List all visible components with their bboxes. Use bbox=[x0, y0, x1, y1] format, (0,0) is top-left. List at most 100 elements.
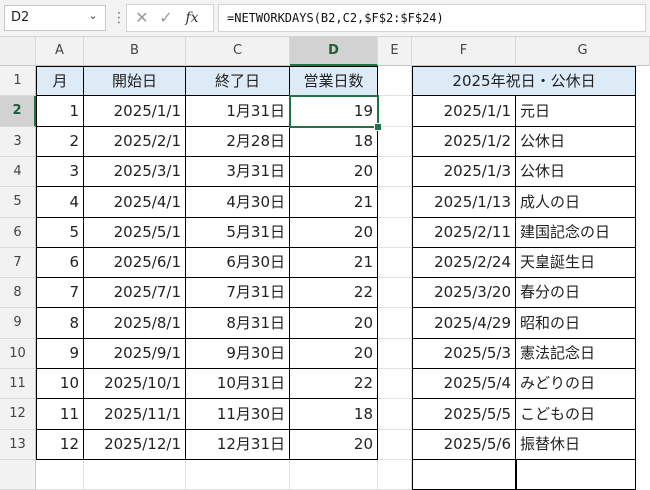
cell-holiday-name[interactable]: 建国記念の日 bbox=[516, 218, 636, 248]
cell-month[interactable]: 9 bbox=[36, 339, 84, 369]
cell-month[interactable]: 3 bbox=[36, 157, 84, 187]
cell-month[interactable]: 2 bbox=[36, 127, 84, 157]
cell-empty-e[interactable] bbox=[378, 430, 412, 460]
cell-holiday-date[interactable]: 2025/2/24 bbox=[412, 248, 516, 278]
cell-end-date[interactable]: 1月31日 bbox=[186, 96, 290, 127]
cell-workdays[interactable]: 20 bbox=[290, 157, 378, 187]
cell-empty-e[interactable] bbox=[378, 278, 412, 308]
cell-row14[interactable] bbox=[290, 460, 378, 490]
cell-holiday-date[interactable]: 2025/5/6 bbox=[412, 430, 516, 460]
cell-empty-e[interactable] bbox=[378, 369, 412, 399]
cell-holiday-date[interactable]: 2025/5/5 bbox=[412, 399, 516, 430]
cell-start-date[interactable]: 2025/5/1 bbox=[84, 218, 186, 248]
cell-end-date[interactable]: 5月31日 bbox=[186, 218, 290, 248]
cell-holiday-name[interactable]: 天皇誕生日 bbox=[516, 248, 636, 278]
name-box-dropdown-icon[interactable]: ⌄ bbox=[84, 6, 102, 26]
cell-workdays[interactable]: 18 bbox=[290, 127, 378, 157]
cell-row14[interactable] bbox=[36, 460, 84, 490]
cell-month[interactable]: 6 bbox=[36, 248, 84, 278]
select-all-corner[interactable] bbox=[0, 37, 36, 66]
cell-holiday-date[interactable]: 2025/4/29 bbox=[412, 308, 516, 339]
cell-workdays[interactable]: 20 bbox=[290, 218, 378, 248]
cell-empty-e[interactable] bbox=[378, 248, 412, 278]
cell-holiday-name[interactable]: こどもの日 bbox=[516, 399, 636, 430]
cell-empty-e[interactable] bbox=[378, 308, 412, 339]
cell-holiday-name[interactable]: 公休日 bbox=[516, 157, 636, 187]
row-header-5[interactable]: 5 bbox=[0, 187, 36, 218]
cell-holiday-date[interactable]: 2025/1/3 bbox=[412, 157, 516, 187]
cell-workdays[interactable]: 21 bbox=[290, 187, 378, 218]
cell-month[interactable]: 1 bbox=[36, 96, 84, 127]
cell-holiday-name[interactable]: 振替休日 bbox=[516, 430, 636, 460]
cell-workdays[interactable]: 20 bbox=[290, 308, 378, 339]
column-header-f[interactable]: F bbox=[412, 37, 516, 66]
cell-holiday-date[interactable]: 2025/2/11 bbox=[412, 218, 516, 248]
row-header-8[interactable]: 8 bbox=[0, 278, 36, 308]
cell-end-date[interactable]: 10月31日 bbox=[186, 369, 290, 399]
row-header-10[interactable]: 10 bbox=[0, 339, 36, 369]
cell-end-date[interactable]: 11月30日 bbox=[186, 399, 290, 430]
cell-holiday-name[interactable]: 憲法記念日 bbox=[516, 339, 636, 369]
cell-workdays[interactable]: 21 bbox=[290, 248, 378, 278]
cell-workdays[interactable]: 20 bbox=[290, 339, 378, 369]
cell-start-date[interactable]: 2025/4/1 bbox=[84, 187, 186, 218]
cell-holiday-date[interactable]: 2025/1/1 bbox=[412, 96, 516, 127]
header-start-date[interactable]: 開始日 bbox=[84, 66, 186, 96]
cell-empty-e[interactable] bbox=[378, 399, 412, 430]
cell-end-date[interactable]: 3月31日 bbox=[186, 157, 290, 187]
cell-empty-e[interactable] bbox=[378, 187, 412, 218]
cell-start-date[interactable]: 2025/1/1 bbox=[84, 96, 186, 127]
cell-start-date[interactable]: 2025/2/1 bbox=[84, 127, 186, 157]
cell-empty-e[interactable] bbox=[378, 96, 412, 127]
cell-row14[interactable] bbox=[186, 460, 290, 490]
cancel-icon[interactable]: ✕ bbox=[131, 6, 153, 30]
cell-holiday-date[interactable]: 2025/5/4 bbox=[412, 369, 516, 399]
row-header-9[interactable]: 9 bbox=[0, 308, 36, 339]
row-header-3[interactable]: 3 bbox=[0, 127, 36, 157]
cell-end-date[interactable]: 7月31日 bbox=[186, 278, 290, 308]
row-header-6[interactable]: 6 bbox=[0, 218, 36, 248]
cell-month[interactable]: 12 bbox=[36, 430, 84, 460]
cell-month[interactable]: 4 bbox=[36, 187, 84, 218]
cell-empty-e[interactable] bbox=[378, 127, 412, 157]
row-header-next[interactable] bbox=[0, 460, 36, 490]
cell-start-date[interactable]: 2025/6/1 bbox=[84, 248, 186, 278]
insert-function-icon[interactable]: fx bbox=[181, 6, 203, 30]
column-header-c[interactable]: C bbox=[186, 37, 290, 66]
cell-month[interactable]: 7 bbox=[36, 278, 84, 308]
cell-empty-e[interactable] bbox=[378, 218, 412, 248]
more-options-icon[interactable]: ⋮ bbox=[112, 8, 126, 28]
cell-end-date[interactable]: 6月30日 bbox=[186, 248, 290, 278]
cell-holiday-date[interactable]: 2025/5/3 bbox=[412, 339, 516, 369]
cell-end-date[interactable]: 2月28日 bbox=[186, 127, 290, 157]
header-month[interactable]: 月 bbox=[36, 66, 84, 96]
cell-holiday-name[interactable]: 元日 bbox=[516, 96, 636, 127]
header-workdays[interactable]: 営業日数 bbox=[290, 66, 378, 96]
cell-row14[interactable] bbox=[516, 460, 636, 490]
fill-handle[interactable] bbox=[374, 123, 382, 131]
cell-workdays[interactable]: 22 bbox=[290, 369, 378, 399]
cell-row14[interactable] bbox=[378, 460, 412, 490]
cell-end-date[interactable]: 8月31日 bbox=[186, 308, 290, 339]
cell-holiday-date[interactable]: 2025/1/13 bbox=[412, 187, 516, 218]
cell-start-date[interactable]: 2025/8/1 bbox=[84, 308, 186, 339]
cell-month[interactable]: 8 bbox=[36, 308, 84, 339]
cell-workdays[interactable]: 20 bbox=[290, 430, 378, 460]
cell-start-date[interactable]: 2025/3/1 bbox=[84, 157, 186, 187]
cell-start-date[interactable]: 2025/12/1 bbox=[84, 430, 186, 460]
column-header-d[interactable]: D bbox=[290, 37, 378, 66]
row-header-4[interactable]: 4 bbox=[0, 157, 36, 187]
column-header-g[interactable]: G bbox=[516, 37, 650, 66]
cell-start-date[interactable]: 2025/10/1 bbox=[84, 369, 186, 399]
column-header-a[interactable]: A bbox=[36, 37, 84, 66]
cell-end-date[interactable]: 12月31日 bbox=[186, 430, 290, 460]
cell-empty-e[interactable] bbox=[378, 339, 412, 369]
cell-month[interactable]: 10 bbox=[36, 369, 84, 399]
cell-workdays[interactable]: 22 bbox=[290, 278, 378, 308]
column-header-e[interactable]: E bbox=[378, 37, 412, 66]
cell-holiday-name[interactable]: 公休日 bbox=[516, 127, 636, 157]
row-header-11[interactable]: 11 bbox=[0, 369, 36, 399]
cell-holiday-name[interactable]: みどりの日 bbox=[516, 369, 636, 399]
cell-holiday-name[interactable]: 成人の日 bbox=[516, 187, 636, 218]
formula-input[interactable]: =NETWORKDAYS(B2,C2,$F$2:$F$24) bbox=[218, 4, 646, 32]
